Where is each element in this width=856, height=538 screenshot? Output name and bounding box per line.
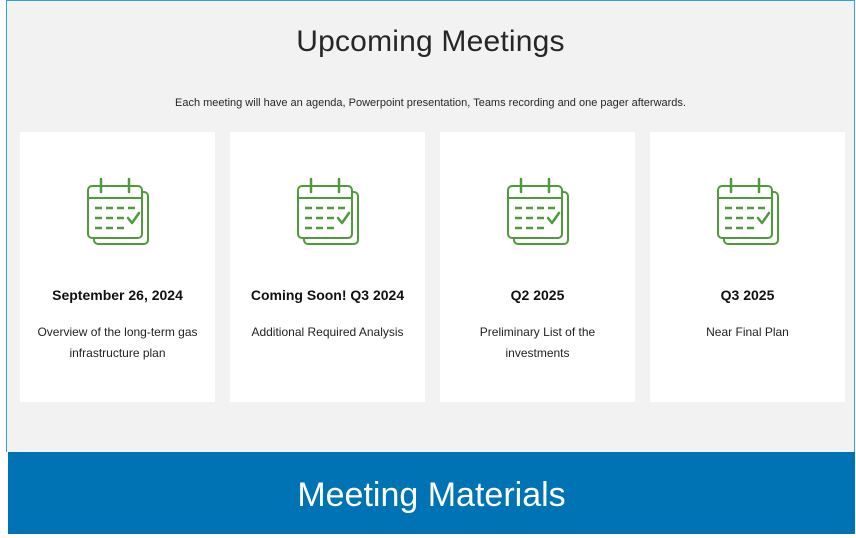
meeting-description: Overview of the long-term gas infrastruc… <box>37 325 198 360</box>
calendar-check-icon <box>297 177 359 245</box>
page-title: Upcoming Meetings <box>296 25 565 58</box>
meeting-description: Additional Required Analysis <box>251 325 404 339</box>
calendar-check-icon <box>717 177 779 245</box>
meeting-description: Preliminary List of the investments <box>479 325 596 360</box>
calendar-check-icon <box>507 177 569 245</box>
calendar-check-icon <box>87 177 149 245</box>
meeting-materials-banner[interactable]: Meeting Materials <box>8 452 855 534</box>
banner-label: Meeting Materials <box>297 476 566 514</box>
meeting-date: Q3 2025 <box>720 287 775 303</box>
upcoming-meetings-panel: Upcoming Meetings Each meeting will have… <box>6 0 855 452</box>
meeting-card-2[interactable]: Coming Soon! Q3 2024 Additional Required… <box>230 132 425 402</box>
meeting-date: Q2 2025 <box>510 287 565 303</box>
meeting-date: September 26, 2024 <box>52 287 183 303</box>
meeting-card-3[interactable]: Q2 2025 Preliminary List of the investme… <box>440 132 635 402</box>
meeting-description: Near Final Plan <box>706 325 789 339</box>
page-subtitle: Each meeting will have an agenda, Powerp… <box>174 97 686 109</box>
meeting-card-4[interactable]: Q3 2025 Near Final Plan <box>650 132 845 402</box>
meeting-card-1[interactable]: September 26, 2024 Overview of the long-… <box>20 132 215 402</box>
meeting-date: Coming Soon! Q3 2024 <box>250 287 405 303</box>
